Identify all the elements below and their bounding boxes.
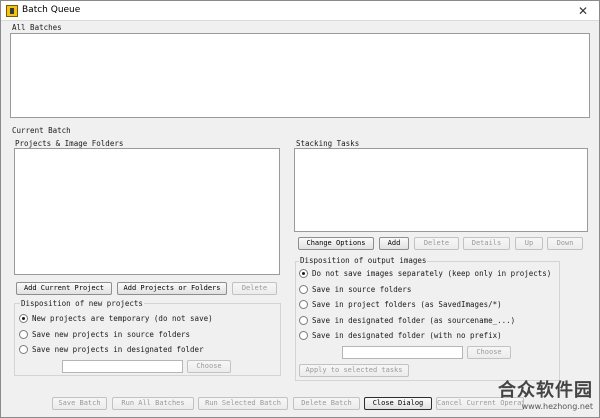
run-selected-batch-button[interactable]: Run Selected Batch [198, 397, 288, 410]
projects-folders-list[interactable] [14, 148, 280, 275]
close-window-icon[interactable]: ✕ [575, 3, 591, 19]
output-images-choose-button[interactable]: Choose [467, 346, 511, 359]
watermark-brand: 合众软件园 [498, 380, 593, 401]
radio-button[interactable] [299, 316, 308, 325]
output-images-option-label: Save in project folders (as SavedImages/… [312, 300, 502, 309]
radio-button[interactable] [19, 314, 28, 323]
change-options-button[interactable]: Change Options [298, 237, 374, 250]
current-batch-label: Current Batch [12, 126, 71, 135]
delete-batch-button[interactable]: Delete Batch [293, 397, 360, 410]
radio-button[interactable] [299, 285, 308, 294]
add-task-button[interactable]: Add [379, 237, 409, 250]
move-task-down-button[interactable]: Down [547, 237, 583, 250]
radio-button[interactable] [19, 345, 28, 354]
radio-button[interactable] [299, 269, 308, 278]
stacking-tasks-label: Stacking Tasks [296, 139, 360, 148]
add-current-project-button[interactable]: Add Current Project [16, 282, 112, 295]
new-projects-choose-button[interactable]: Choose [187, 360, 231, 373]
radio-button[interactable] [299, 300, 308, 309]
output-images-folder-field[interactable] [342, 346, 463, 359]
delete-project-button[interactable]: Delete [232, 282, 277, 295]
projects-folders-label: Projects & Image Folders [15, 139, 124, 148]
window-title: Batch Queue [22, 5, 81, 15]
new-projects-option-label: New projects are temporary (do not save) [32, 314, 213, 323]
all-batches-list[interactable] [10, 33, 590, 118]
new-projects-option-label: Save new projects in source folders [32, 330, 191, 339]
delete-task-button[interactable]: Delete [414, 237, 459, 250]
output-images-option-label: Do not save images separately (keep only… [312, 269, 552, 278]
task-details-button[interactable]: Details [463, 237, 510, 250]
new-projects-label: Disposition of new projects [20, 299, 144, 308]
batch-queue-window: Batch Queue ✕ All Batches Current Batch … [0, 0, 600, 418]
output-images-label: Disposition of output images [299, 256, 428, 265]
new-projects-option-label: Save new projects in designated folder [32, 345, 204, 354]
watermark: 合众软件园 www.hezhong.net [498, 376, 593, 411]
radio-button[interactable] [299, 331, 308, 340]
add-projects-or-folders-button[interactable]: Add Projects or Folders [117, 282, 227, 295]
output-images-option-label: Save in source folders [312, 285, 412, 294]
apply-to-selected-tasks-button[interactable]: Apply to selected tasks [299, 364, 409, 377]
output-images-option-label: Save in designated folder (as sourcename… [312, 316, 516, 325]
move-task-up-button[interactable]: Up [515, 237, 543, 250]
stacking-tasks-list[interactable] [294, 148, 588, 232]
run-all-batches-button[interactable]: Run All Batches [112, 397, 194, 410]
save-batch-button[interactable]: Save Batch [52, 397, 107, 410]
watermark-url: www.hezhong.net [521, 402, 593, 411]
title-bar: Batch Queue ✕ [1, 1, 599, 21]
new-projects-folder-field[interactable] [62, 360, 183, 373]
app-icon [6, 5, 18, 17]
output-images-option-label: Save in designated folder (with no prefi… [312, 331, 502, 340]
radio-button[interactable] [19, 330, 28, 339]
all-batches-label: All Batches [12, 23, 62, 32]
close-dialog-button[interactable]: Close Dialog [364, 397, 432, 410]
